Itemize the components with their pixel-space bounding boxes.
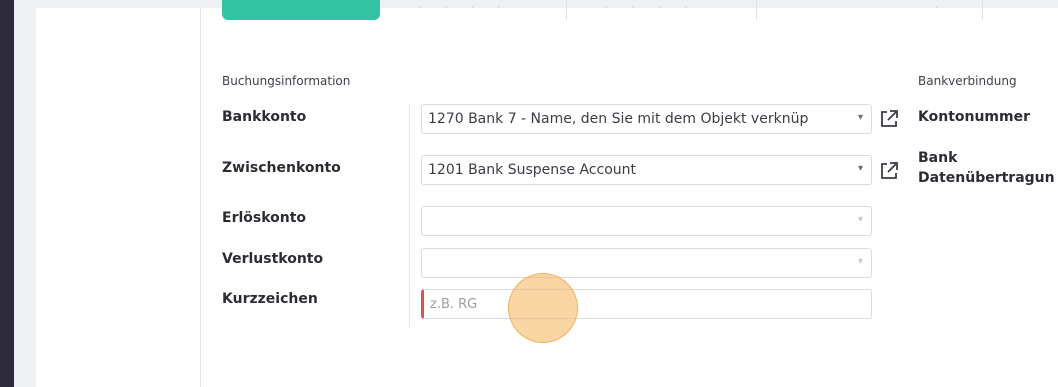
- field-guide-line: [409, 104, 410, 328]
- chevron-down-icon: ▾: [857, 163, 863, 174]
- section-title-booking: Buchungsinformation: [222, 74, 351, 88]
- erloeskonto-label: Erlöskonto: [222, 210, 307, 226]
- tab-label-blurred[interactable]: · · · ·: [418, 3, 510, 14]
- external-link-icon[interactable]: [878, 160, 900, 182]
- erloeskonto-select[interactable]: ▾: [421, 206, 872, 236]
- sidebar-gap: [14, 0, 36, 387]
- tab-separator: [982, 0, 983, 20]
- verlustkonto-label: Verlustkonto: [222, 251, 324, 267]
- zwischenkonto-label: Zwischenkonto: [222, 160, 341, 176]
- kurzzeichen-label: Kurzzeichen: [222, 291, 318, 307]
- section-title-bank: Bankverbindung: [918, 74, 1017, 88]
- bankkonto-select[interactable]: 1270 Bank 7 - Name, den Sie mit dem Obje…: [421, 104, 872, 134]
- tab-separator: [566, 0, 567, 20]
- bank-label: Bank: [918, 150, 958, 166]
- click-indicator: [508, 273, 578, 343]
- zwischenkonto-select[interactable]: 1201 Bank Suspense Account ▾: [421, 155, 872, 185]
- chevron-down-icon: ▾: [857, 112, 863, 123]
- panel-divider: [200, 8, 201, 387]
- chevron-down-icon: ▾: [857, 256, 863, 267]
- zwischenkonto-value: 1201 Bank Suspense Account: [428, 162, 637, 178]
- external-link-icon[interactable]: [878, 108, 900, 130]
- kurzzeichen-input[interactable]: z.B. RG: [421, 289, 872, 319]
- bankkonto-label: Bankkonto: [222, 109, 307, 125]
- tab-separator: [756, 0, 757, 20]
- kurzzeichen-placeholder: z.B. RG: [430, 297, 478, 312]
- verlustkonto-select[interactable]: ▾: [421, 248, 872, 278]
- datenuebertragung-label: Datenübertragun: [918, 170, 1055, 186]
- tab-label-blurred[interactable]: · · · ·: [605, 3, 697, 14]
- tab-label-blurred[interactable]: ·: [935, 3, 948, 14]
- chevron-down-icon: ▾: [857, 214, 863, 225]
- primary-tab-button[interactable]: [222, 0, 380, 20]
- kontonummer-label: Kontonummer: [918, 109, 1031, 125]
- bankkonto-value: 1270 Bank 7 - Name, den Sie mit dem Obje…: [428, 111, 809, 127]
- sidebar-edge: [0, 0, 14, 387]
